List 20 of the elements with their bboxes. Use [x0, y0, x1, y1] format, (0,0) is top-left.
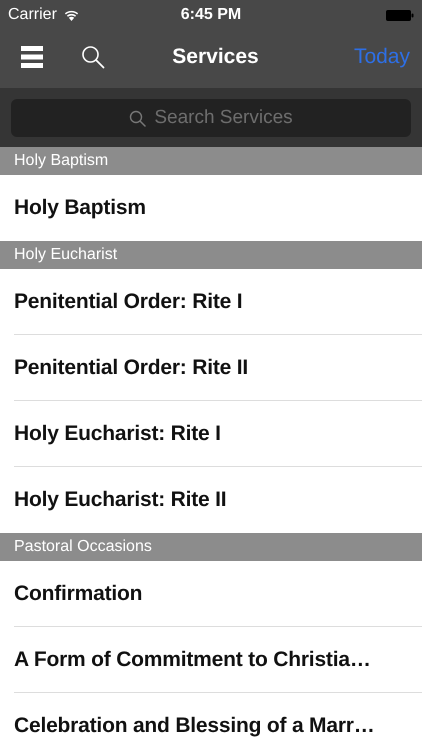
service-item[interactable]: Penitential Order: Rite II — [14, 356, 248, 380]
service-item[interactable]: Holy Eucharist: Rite II — [14, 488, 226, 512]
section-header: Holy Eucharist — [0, 241, 422, 269]
service-item[interactable]: Celebration and Blessing of a Marr… — [14, 714, 375, 738]
service-item[interactable]: A Form of Commitment to Christia… — [14, 648, 371, 672]
section-header: Pastoral Occasions — [0, 533, 422, 561]
service-item[interactable]: Holy Eucharist: Rite I — [14, 422, 221, 446]
section-header: Holy Baptism — [0, 147, 422, 175]
service-item[interactable]: Penitential Order: Rite I — [14, 290, 242, 314]
nav-title: Services — [172, 45, 259, 69]
search-field[interactable]: Search Services — [11, 99, 411, 137]
carrier-name: Carrier — [8, 6, 57, 24]
status-time: 6:45 PM — [180, 6, 242, 24]
menu-icon[interactable] — [21, 46, 43, 68]
search-icon — [129, 110, 146, 127]
wifi-icon — [62, 9, 80, 21]
search-icon[interactable] — [81, 45, 105, 69]
service-item[interactable]: Confirmation — [14, 582, 142, 606]
battery-icon — [386, 10, 414, 20]
service-item[interactable]: Holy Baptism — [14, 196, 146, 220]
